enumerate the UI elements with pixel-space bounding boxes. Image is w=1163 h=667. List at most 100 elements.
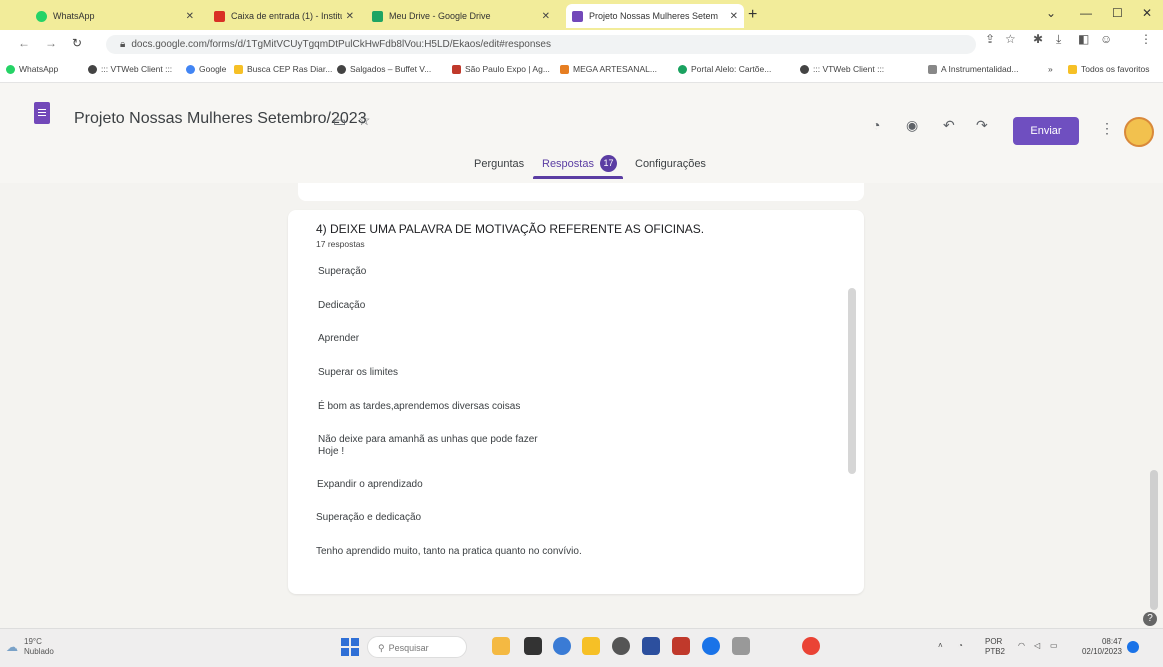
windows-start-icon[interactable] xyxy=(341,638,359,656)
folder-icon xyxy=(234,64,243,74)
globe-icon xyxy=(88,64,97,74)
language-indicator[interactable]: POR PTB2 xyxy=(985,637,1005,657)
list-item: Dedicação xyxy=(318,300,366,311)
new-tab-icon[interactable]: + xyxy=(748,6,757,24)
forms-icon xyxy=(572,10,583,22)
tray-app-icon[interactable]: ◔ xyxy=(958,641,963,651)
back-icon[interactable]: ← xyxy=(18,36,30,50)
cloud-icon: ☁ xyxy=(6,640,18,654)
forward-icon[interactable]: → xyxy=(45,36,57,50)
undo-icon[interactable]: ↶ xyxy=(943,117,955,134)
help-icon[interactable]: ? xyxy=(1143,612,1157,626)
list-item: Expandir o aprendizado xyxy=(317,479,423,490)
list-item: Superação xyxy=(318,266,367,277)
palette-icon[interactable]: ◔ xyxy=(872,117,880,133)
bookmark-item[interactable]: A Instrumentalidad... xyxy=(928,64,1019,74)
forms-logo-icon[interactable] xyxy=(34,102,50,124)
close-tab-icon[interactable]: ✕ xyxy=(346,11,354,22)
whatsapp-icon xyxy=(36,10,47,22)
all-bookmarks[interactable]: Todos os favoritos xyxy=(1068,64,1150,74)
list-item: Tenho aprendido muito, tanto na pratica … xyxy=(316,546,582,557)
tab-responses[interactable]: Respostas xyxy=(542,158,594,170)
url-field[interactable]: 🔒︎ docs.google.com/forms/d/1TgMitVCUyTgqm… xyxy=(106,35,976,54)
whatsapp-icon xyxy=(6,64,15,74)
folder-icon[interactable]: ▭ xyxy=(333,113,346,130)
volume-icon[interactable]: ◁ xyxy=(1034,641,1040,651)
clock[interactable]: 08:47 02/10/2023 xyxy=(1076,637,1122,657)
question-title: 4) DEIXE UMA PALAVRA DE MOTIVAÇÃO REFERE… xyxy=(316,222,705,236)
list-item: É bom as tardes,aprendemos diversas cois… xyxy=(318,401,521,412)
chrome-icon[interactable] xyxy=(802,637,820,655)
redo-icon[interactable]: ↷ xyxy=(976,117,988,134)
chevron-down-icon[interactable]: ⌄ xyxy=(1046,6,1056,20)
download-icon[interactable]: ⤓ xyxy=(1056,32,1061,47)
wifi-icon[interactable]: ◠ xyxy=(1018,641,1025,651)
bookmark-item[interactable]: WhatsApp xyxy=(6,64,58,74)
close-window-icon[interactable]: ✕ xyxy=(1142,6,1152,20)
sidebar-icon[interactable]: ◧ xyxy=(1078,32,1089,46)
star-icon[interactable]: ☆ xyxy=(358,112,371,129)
drive-icon xyxy=(372,10,383,22)
notification-icon[interactable] xyxy=(1127,641,1139,653)
share-icon[interactable]: ⇪ xyxy=(985,32,995,46)
battery-icon[interactable]: ▭ xyxy=(1050,641,1058,651)
bookmark-item[interactable]: ::: VTWeb Client ::: xyxy=(800,64,884,74)
list-item: Superação e dedicação xyxy=(316,512,422,523)
preview-eye-icon[interactable]: ◉ xyxy=(906,117,918,134)
tab-google-drive[interactable]: Meu Drive - Google Drive ✕ xyxy=(366,4,556,28)
more-options-icon[interactable]: ⋮ xyxy=(1100,120,1114,137)
send-button[interactable]: Enviar xyxy=(1013,117,1079,145)
bookmark-item[interactable]: São Paulo Expo | Ag... xyxy=(452,64,550,74)
response-count: 17 respostas xyxy=(316,239,365,249)
minimize-icon[interactable]: — xyxy=(1080,6,1092,20)
site-icon xyxy=(928,64,937,74)
app-icon[interactable] xyxy=(702,637,720,655)
close-tab-icon[interactable]: ✕ xyxy=(730,11,738,22)
extensions-icon[interactable]: ✱ xyxy=(1033,32,1043,46)
chevron-up-icon[interactable]: ˄ xyxy=(938,641,943,651)
gmail-icon xyxy=(214,10,225,22)
bookmark-item[interactable]: MEGA ARTESANAL... xyxy=(560,64,657,74)
store-icon[interactable] xyxy=(642,637,660,655)
avatar[interactable] xyxy=(1124,117,1154,147)
profile-icon[interactable]: ☺ xyxy=(1100,32,1112,46)
list-item: Superar os limites xyxy=(318,367,399,378)
edge-icon[interactable] xyxy=(612,637,630,655)
page-scrollbar[interactable] xyxy=(1150,470,1158,610)
mcafee-icon[interactable] xyxy=(672,637,690,655)
tab-settings[interactable]: Configurações xyxy=(635,158,706,170)
site-icon xyxy=(452,64,461,74)
bookmark-item[interactable]: Busca CEP Ras Diar... xyxy=(234,64,332,74)
app-icon[interactable] xyxy=(732,637,750,655)
taskbar-search[interactable]: ⚲ Pesquisar xyxy=(367,636,467,658)
tab-questions[interactable]: Perguntas xyxy=(474,158,524,170)
bookmark-item[interactable]: ::: VTWeb Client ::: xyxy=(88,64,172,74)
tab-gmail[interactable]: Caixa de entrada (1) - Instituto ✕ xyxy=(208,4,360,28)
bookmark-item[interactable]: Portal Alelo: Cartõe... xyxy=(678,64,771,74)
list-item: Não deixe para amanhã as unhas que pode … xyxy=(318,434,538,457)
answers-scrollbar[interactable] xyxy=(848,288,856,474)
file-explorer-icon[interactable] xyxy=(582,637,600,655)
tab-whatsapp[interactable]: WhatsApp ✕ xyxy=(30,4,200,28)
star-icon[interactable]: ☆ xyxy=(1005,32,1016,46)
list-item: Aprender xyxy=(318,333,360,344)
bookmark-item[interactable]: Google xyxy=(186,64,226,74)
maximize-icon[interactable]: ☐ xyxy=(1112,6,1123,20)
form-title[interactable]: Projeto Nossas Mulheres Setembro/2023 xyxy=(74,110,367,128)
widgets-icon[interactable] xyxy=(492,637,510,655)
menu-icon[interactable]: ⋮ xyxy=(1140,32,1152,46)
globe-icon xyxy=(800,64,809,74)
site-icon xyxy=(678,64,687,74)
task-view-icon[interactable] xyxy=(524,637,542,655)
lock-icon: 🔒︎ xyxy=(120,39,126,50)
bookmarks-more-icon[interactable]: » xyxy=(1048,64,1053,74)
globe-icon xyxy=(337,64,346,74)
close-tab-icon[interactable]: ✕ xyxy=(186,11,194,22)
close-tab-icon[interactable]: ✕ xyxy=(542,11,550,22)
reload-icon[interactable]: ↻ xyxy=(72,36,82,50)
weather-widget[interactable]: 19°C Nublado xyxy=(24,637,54,657)
active-tab-indicator xyxy=(533,176,623,179)
tab-forms-active[interactable]: Projeto Nossas Mulheres Setem ✕ xyxy=(566,4,744,28)
bookmark-item[interactable]: Salgados – Buffet V... xyxy=(337,64,431,74)
chat-icon[interactable] xyxy=(553,637,571,655)
